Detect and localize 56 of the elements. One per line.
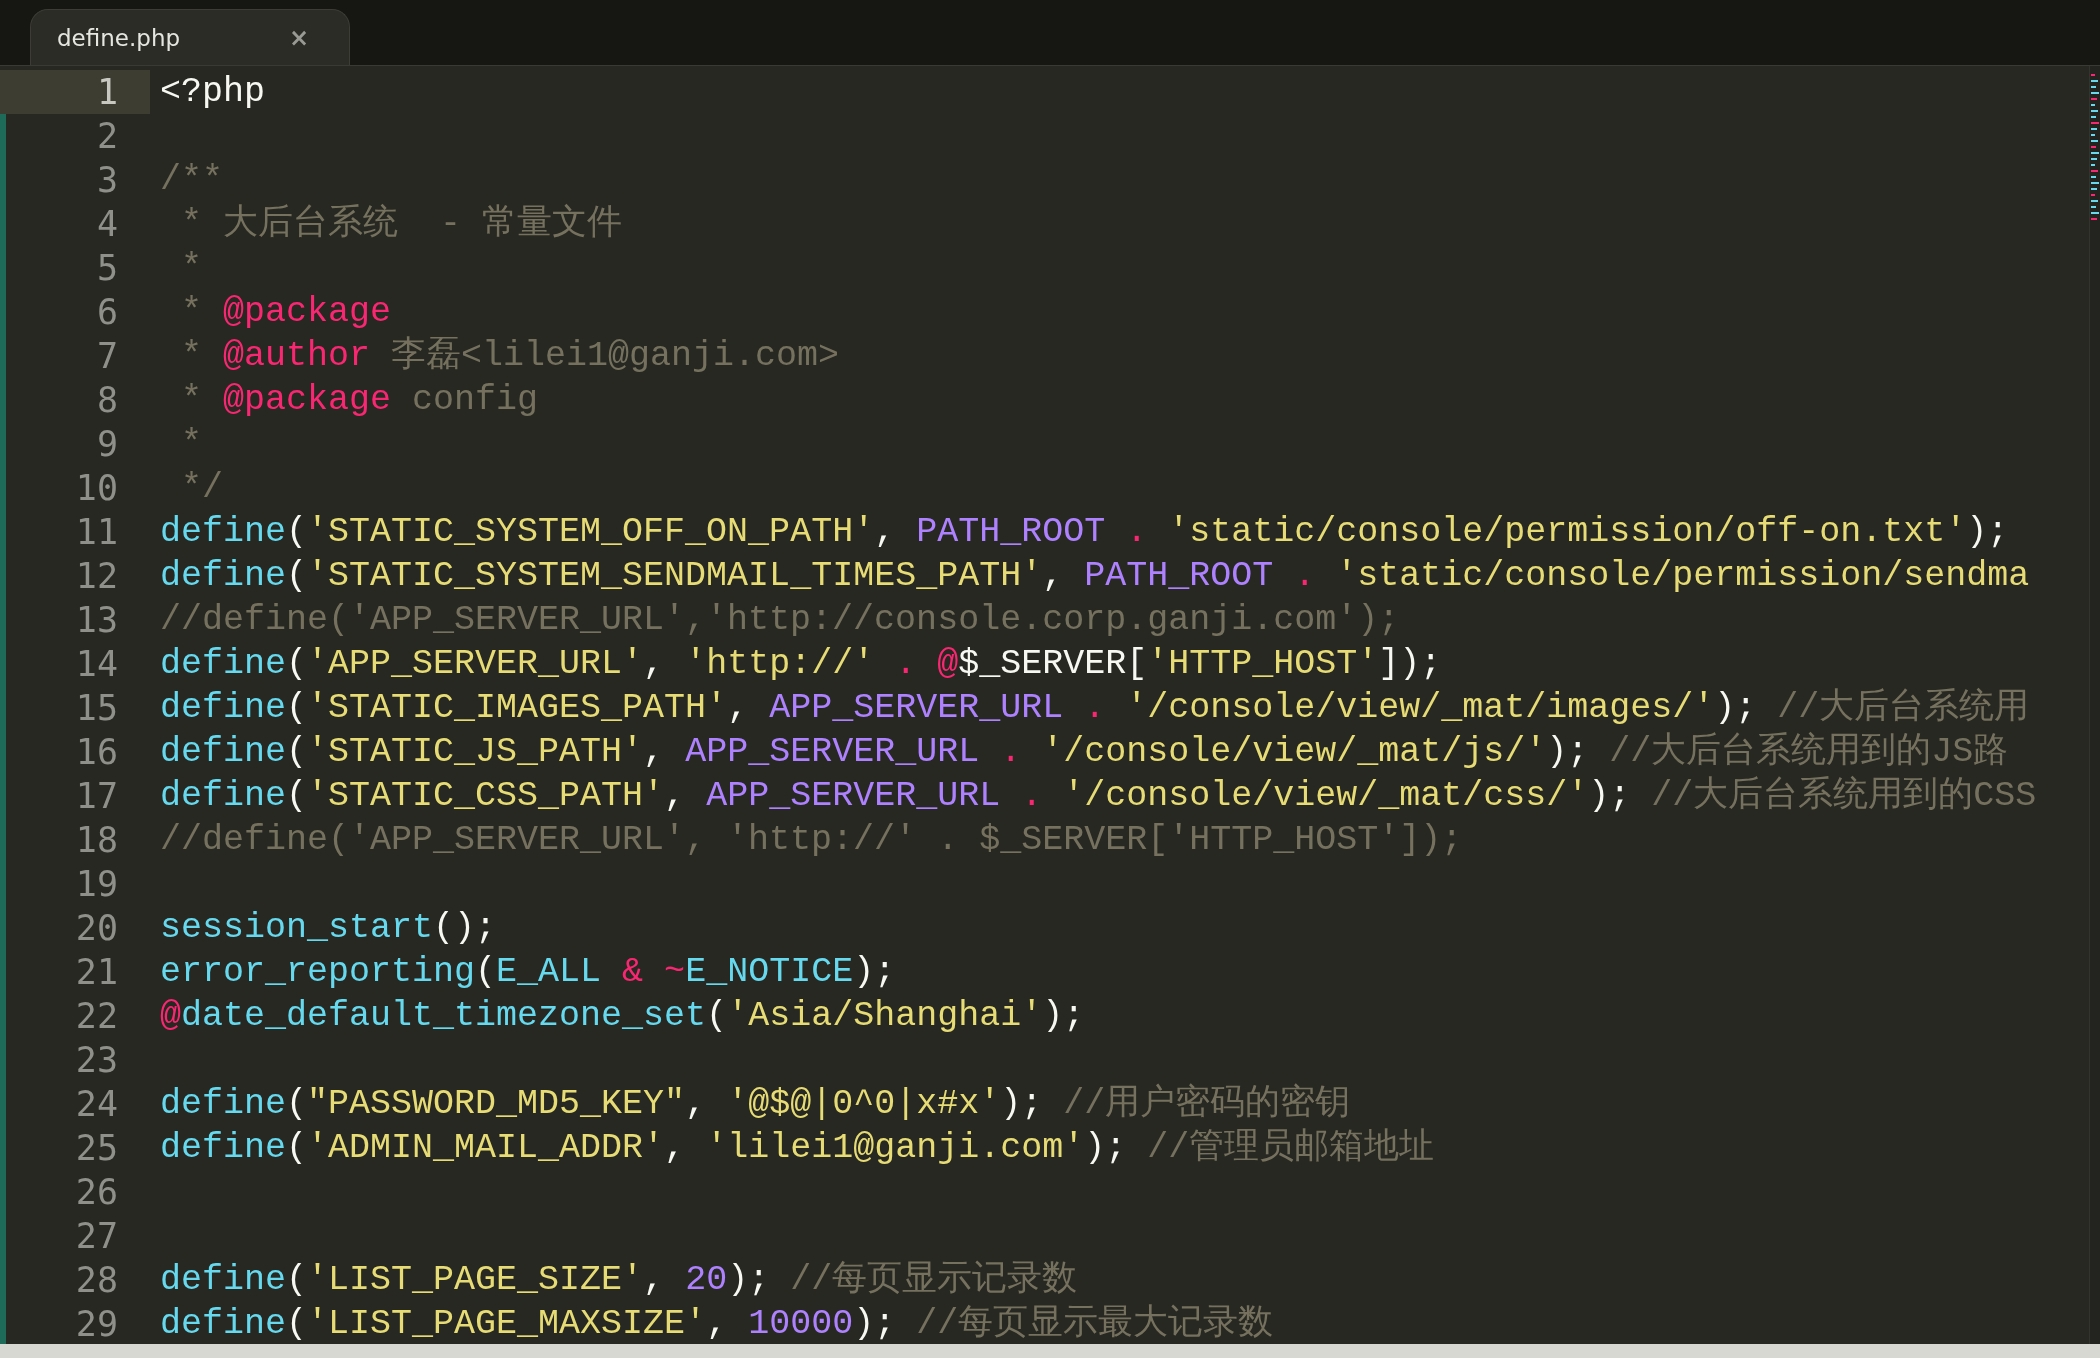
code-line: /** xyxy=(159,159,223,202)
line-number: 2 xyxy=(0,114,150,158)
line-number: 8 xyxy=(0,378,150,422)
line-number: 20 xyxy=(0,906,150,950)
line-number: 25 xyxy=(0,1126,150,1170)
code-line: * xyxy=(180,423,202,466)
line-number: 23 xyxy=(0,1038,150,1082)
code-line: define('LIST_PAGE_SIZE', 20); //每页显示记录数 xyxy=(159,1259,1078,1302)
line-number: 17 xyxy=(0,774,150,818)
code-line: define('STATIC_IMAGES_PATH', APP_SERVER_URL . '/console/view/_mat/images/'); //大后台系统用 xyxy=(159,687,2030,730)
line-number: 3 xyxy=(0,158,150,202)
line-number: 28 xyxy=(0,1258,150,1302)
close-icon[interactable]: × xyxy=(288,23,309,52)
code-line: define('STATIC_SYSTEM_SENDMAIL_TIMES_PATH', PATH_ROOT . 'static/console/permission/sendma xyxy=(159,555,2030,598)
line-number: 4 xyxy=(0,202,150,246)
line-number: 26 xyxy=(0,1170,150,1214)
line-number: 1 xyxy=(0,70,150,114)
line-number: 13 xyxy=(0,598,150,642)
line-number: 16 xyxy=(0,730,150,774)
line-number: 11 xyxy=(0,510,150,554)
line-number: 12 xyxy=(0,554,150,598)
line-number: 21 xyxy=(0,950,150,994)
code-line: define('APP_SERVER_URL', 'http://' . @$_SERVER['HTTP_HOST']); xyxy=(159,643,1442,686)
file-tab[interactable]: define.php × xyxy=(30,9,350,65)
code-line: define('ADMIN_MAIL_ADDR', 'lilei1@ganji.com'); //管理员邮箱地址 xyxy=(159,1127,1435,1170)
line-number: 9 xyxy=(0,422,150,466)
code-line: define('STATIC_SYSTEM_OFF_ON_PATH', PATH_ROOT . 'static/console/permission/off-on.txt'); xyxy=(159,511,2009,554)
code-line: //define('APP_SERVER_URL', 'http://' . $_SERVER['HTTP_HOST']); xyxy=(159,819,1463,862)
code-line: */ xyxy=(180,467,223,510)
code-line: * @package config xyxy=(180,379,539,422)
code-line: * @author 李磊<lilei1@ganji.com> xyxy=(180,335,840,378)
line-number: 7 xyxy=(0,334,150,378)
line-number: 15 xyxy=(0,686,150,730)
line-number: 14 xyxy=(0,642,150,686)
line-number: 10 xyxy=(0,466,150,510)
code-line: define("PASSWORD_MD5_KEY", '@$@|0^0|x#x'); //用户密码的密钥 xyxy=(159,1082,1351,1126)
code-line: * xyxy=(180,247,202,290)
minimap[interactable] xyxy=(2089,66,2100,1344)
code-line: * @package xyxy=(180,291,392,334)
line-number: 19 xyxy=(0,862,150,906)
line-number: 5 xyxy=(0,246,150,290)
tab-title: define.php xyxy=(57,24,181,51)
line-number: 6 xyxy=(0,290,150,334)
code-line: //define('APP_SERVER_URL','http://console.corp.ganji.com'); xyxy=(159,599,1400,642)
line-number: 27 xyxy=(0,1214,150,1258)
code-line: define('STATIC_CSS_PATH', APP_SERVER_URL . '/console/view/_mat/css/'); //大后台系统用到的CSS xyxy=(159,775,2037,818)
code-line: session_start(); xyxy=(159,907,497,950)
code-line: define('STATIC_JS_PATH', APP_SERVER_URL . '/console/view/_mat/js/'); //大后台系统用到的JS路 xyxy=(159,731,2009,774)
code-line: error_reporting(E_ALL & ~E_NOTICE); xyxy=(159,951,896,994)
line-number: 24 xyxy=(0,1082,150,1126)
line-number: 22 xyxy=(0,994,150,1038)
code-line: <?php xyxy=(159,71,266,114)
code-line: @date_default_timezone_set('Asia/Shanghai'); xyxy=(159,995,1085,1038)
code-line: * 大后台系统 - 常量文件 xyxy=(180,203,623,246)
line-number: 18 xyxy=(0,818,150,862)
code-line: define('LIST_PAGE_MAXSIZE', 10000); //每页显示最大记录数 xyxy=(159,1303,1274,1346)
